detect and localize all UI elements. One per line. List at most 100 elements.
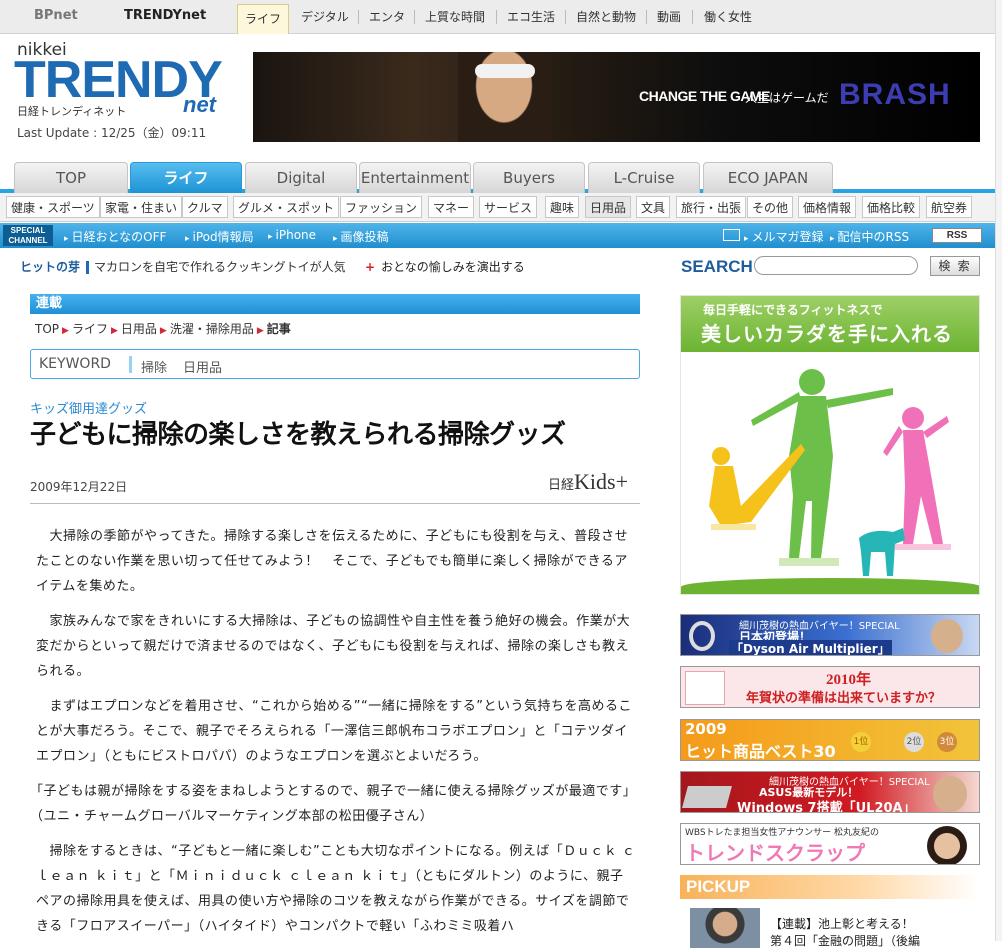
plus-icon: + bbox=[365, 260, 376, 274]
sub-nav: 健康・スポーツ 家電・住まい クルマ グルメ・スポット ファッション マネー サ… bbox=[0, 193, 1002, 222]
search-input[interactable] bbox=[754, 256, 918, 275]
subnav-hobby[interactable]: 趣味 bbox=[545, 196, 580, 218]
special-link-otona-off[interactable]: 日経おとなのOFF bbox=[64, 228, 167, 245]
subnav-price-info[interactable]: 価格情報 bbox=[798, 196, 857, 218]
announcer-photo bbox=[927, 826, 967, 864]
banner-nenga-year: 2010年 bbox=[826, 672, 872, 688]
topnav-cat-digital[interactable]: デジタル bbox=[301, 3, 349, 31]
newsletter-link[interactable]: メルマガ登録 bbox=[744, 228, 824, 245]
section-header: 連載 bbox=[30, 294, 640, 314]
banner-dyson[interactable]: 細川茂樹の熱血バイヤー！SPECIAL 日本初登場！ 「Dyson Air Mu… bbox=[680, 614, 980, 656]
pickup-thumbnail[interactable] bbox=[690, 908, 760, 948]
article-paragraph: 掃除をするときは、“子どもと一緒に楽しむ”ことも大切なポイントになる。例えば「Ｄ… bbox=[36, 844, 636, 934]
tab-top[interactable]: TOP bbox=[14, 162, 128, 193]
search-button[interactable]: 検 索 bbox=[930, 256, 980, 276]
topnav-cat-video[interactable]: 動画 bbox=[657, 3, 681, 31]
tab-life[interactable]: ライフ bbox=[130, 162, 242, 193]
hit-news-ticker: ヒットの芽 マカロンを自宅で作れるクッキングトイが人気 bbox=[20, 258, 346, 275]
topnav-cat-quality-time[interactable]: 上質な時間 bbox=[425, 3, 485, 31]
source-logo: 日経Kids+ bbox=[548, 469, 628, 495]
banner-hit-year: 2009 bbox=[685, 720, 727, 738]
subnav-appliances-home[interactable]: 家電・住まい bbox=[100, 196, 183, 218]
banner-asus[interactable]: 細川茂樹の熱血バイヤー！SPECIAL ASUS最新モデル！ Windows 7… bbox=[680, 771, 980, 813]
subnav-money[interactable]: マネー bbox=[428, 196, 475, 218]
subnav-daily-goods[interactable]: 日用品 bbox=[585, 196, 632, 218]
breadcrumb-current: 記事 bbox=[266, 322, 291, 336]
source-prefix: 日経 bbox=[548, 478, 575, 493]
tiger-illustration bbox=[685, 671, 725, 705]
subnav-gourmet[interactable]: グルメ・スポット bbox=[233, 196, 340, 218]
banner-new-year-cards[interactable]: 2010年 年賀状の準備は出来ていますか？ bbox=[680, 666, 980, 708]
special-link-image-post[interactable]: 画像投稿 bbox=[333, 228, 389, 245]
mail-icon bbox=[723, 229, 740, 241]
fitness-ad-floor bbox=[681, 578, 979, 594]
top-site-nav: BPnet TRENDYnet ライフ デジタル エンタ 上質な時間 エコ生活 … bbox=[0, 0, 1002, 34]
logo-jp-text: 日経トレンディネット bbox=[17, 105, 127, 118]
last-update: Last Update : 12/25（金）09:11 bbox=[17, 126, 207, 140]
ticker-link-2[interactable]: おとなの愉しみを演出する bbox=[381, 260, 525, 274]
subnav-stationery[interactable]: 文具 bbox=[636, 196, 671, 218]
rss-feed-link[interactable]: 配信中のRSS bbox=[830, 228, 910, 245]
article-date: 2009年12月22日 bbox=[30, 480, 128, 494]
banner-asus-line3: Windows 7搭載「UL20A」 bbox=[737, 801, 916, 813]
laptop-image bbox=[682, 786, 732, 808]
banner-trend-scrap[interactable]: WBSトレたま担当女性アナウンサー 松丸友紀の トレンドスクラップ bbox=[680, 823, 980, 865]
page-scrollbar[interactable] bbox=[995, 0, 1002, 941]
site-link-bpnet[interactable]: BPnet bbox=[34, 8, 78, 23]
search-label: SEARCH bbox=[681, 257, 753, 276]
banner-brand: BRASH bbox=[839, 78, 951, 111]
breadcrumb: TOP ▶ ライフ ▶ 日用品 ▶ 洗濯・掃除用品 ▶ 記事 bbox=[35, 322, 291, 336]
keyword-box: KEYWORD 掃除 日用品 bbox=[30, 349, 640, 379]
topnav-cat-working-women[interactable]: 働く女性 bbox=[704, 3, 752, 31]
dyson-fan-image bbox=[689, 621, 715, 651]
breadcrumb-life[interactable]: ライフ bbox=[72, 322, 108, 336]
subnav-price-compare[interactable]: 価格比較 bbox=[862, 196, 921, 218]
banner-hit-products[interactable]: 2009 ヒット商品ベスト30 1位 2位 3位 bbox=[680, 719, 980, 761]
pickup-header: PICKUP bbox=[680, 875, 980, 899]
fitness-figures-image bbox=[709, 369, 951, 576]
breadcrumb-daily-goods[interactable]: 日用品 bbox=[121, 322, 157, 336]
keyword-link-cleaning[interactable]: 掃除 bbox=[141, 357, 167, 376]
subnav-fashion[interactable]: ファッション bbox=[340, 196, 423, 218]
subnav-health-sports[interactable]: 健康・スポーツ bbox=[6, 196, 100, 218]
presenter-face-image bbox=[931, 619, 963, 653]
topnav-cat-nature[interactable]: 自然と動物 bbox=[576, 3, 636, 31]
rank-1-badge: 1位 bbox=[851, 732, 871, 752]
presenter-face-image bbox=[933, 776, 967, 812]
subnav-airline-tickets[interactable]: 航空券 bbox=[926, 196, 973, 218]
tab-entertainment[interactable]: Entertainment bbox=[359, 162, 471, 193]
topnav-cat-enta[interactable]: エンタ bbox=[369, 3, 405, 31]
subnav-travel[interactable]: 旅行・出張 bbox=[676, 196, 747, 218]
fitness-ad-banner[interactable]: 毎日手軽にできるフィットネスで 美しいカラダを手に入れる bbox=[680, 295, 980, 595]
ticker-heading: ヒットの芽 bbox=[20, 260, 81, 274]
tab-digital[interactable]: Digital bbox=[245, 162, 357, 193]
series-link[interactable]: キッズ御用達グッズ bbox=[30, 398, 147, 417]
main-tabs: TOP ライフ Digital Entertainment Buyers L-C… bbox=[0, 160, 1002, 193]
topnav-cat-life[interactable]: ライフ bbox=[237, 4, 289, 34]
subnav-car[interactable]: クルマ bbox=[182, 196, 228, 218]
source-name: Kids+ bbox=[574, 469, 628, 494]
breadcrumb-top[interactable]: TOP bbox=[35, 322, 59, 336]
tab-buyers[interactable]: Buyers bbox=[473, 162, 585, 193]
rss-button[interactable]: RSS bbox=[932, 228, 982, 243]
subnav-other[interactable]: その他 bbox=[747, 196, 794, 218]
ad-banner-brash[interactable]: CHANGE THE GAME 人生はゲームだ BRASH bbox=[253, 52, 980, 142]
banner-sunglasses bbox=[475, 64, 535, 78]
breadcrumb-cleaning[interactable]: 洗濯・掃除用品 bbox=[170, 322, 254, 336]
special-label-line1: SPECIAL bbox=[10, 226, 46, 235]
ticker-link[interactable]: マカロンを自宅で作れるクッキングトイが人気 bbox=[94, 260, 346, 274]
ticker-secondary: + おとなの愉しみを演出する bbox=[365, 258, 525, 275]
article-paragraph: 大掃除の季節がやってきた。掃除する楽しさを伝えるために、子どもにも役割を与え、普… bbox=[36, 529, 629, 594]
subnav-service[interactable]: サービス bbox=[479, 196, 538, 218]
site-link-trendynet[interactable]: TRENDYnet bbox=[124, 8, 206, 23]
special-channel-bar: SPECIAL CHANNEL 日経おとなのOFF iPod情報局 iPhone… bbox=[0, 223, 1002, 248]
special-link-ipod[interactable]: iPod情報局 bbox=[185, 228, 254, 245]
pickup-article-link[interactable]: 【連載】池上彰と考える！ 第４回「金融の問題」（後編 bbox=[770, 916, 920, 950]
tab-l-cruise[interactable]: L-Cruise bbox=[588, 162, 700, 193]
special-link-iphone[interactable]: iPhone bbox=[268, 228, 317, 242]
keyword-link-daily-goods[interactable]: 日用品 bbox=[183, 357, 222, 376]
tab-eco-japan[interactable]: ECO JAPAN bbox=[703, 162, 833, 193]
pickup-text-line1: 【連載】池上彰と考える！ bbox=[770, 917, 914, 931]
topnav-cat-eco[interactable]: エコ生活 bbox=[507, 3, 555, 31]
keyword-label: KEYWORD bbox=[39, 356, 111, 372]
